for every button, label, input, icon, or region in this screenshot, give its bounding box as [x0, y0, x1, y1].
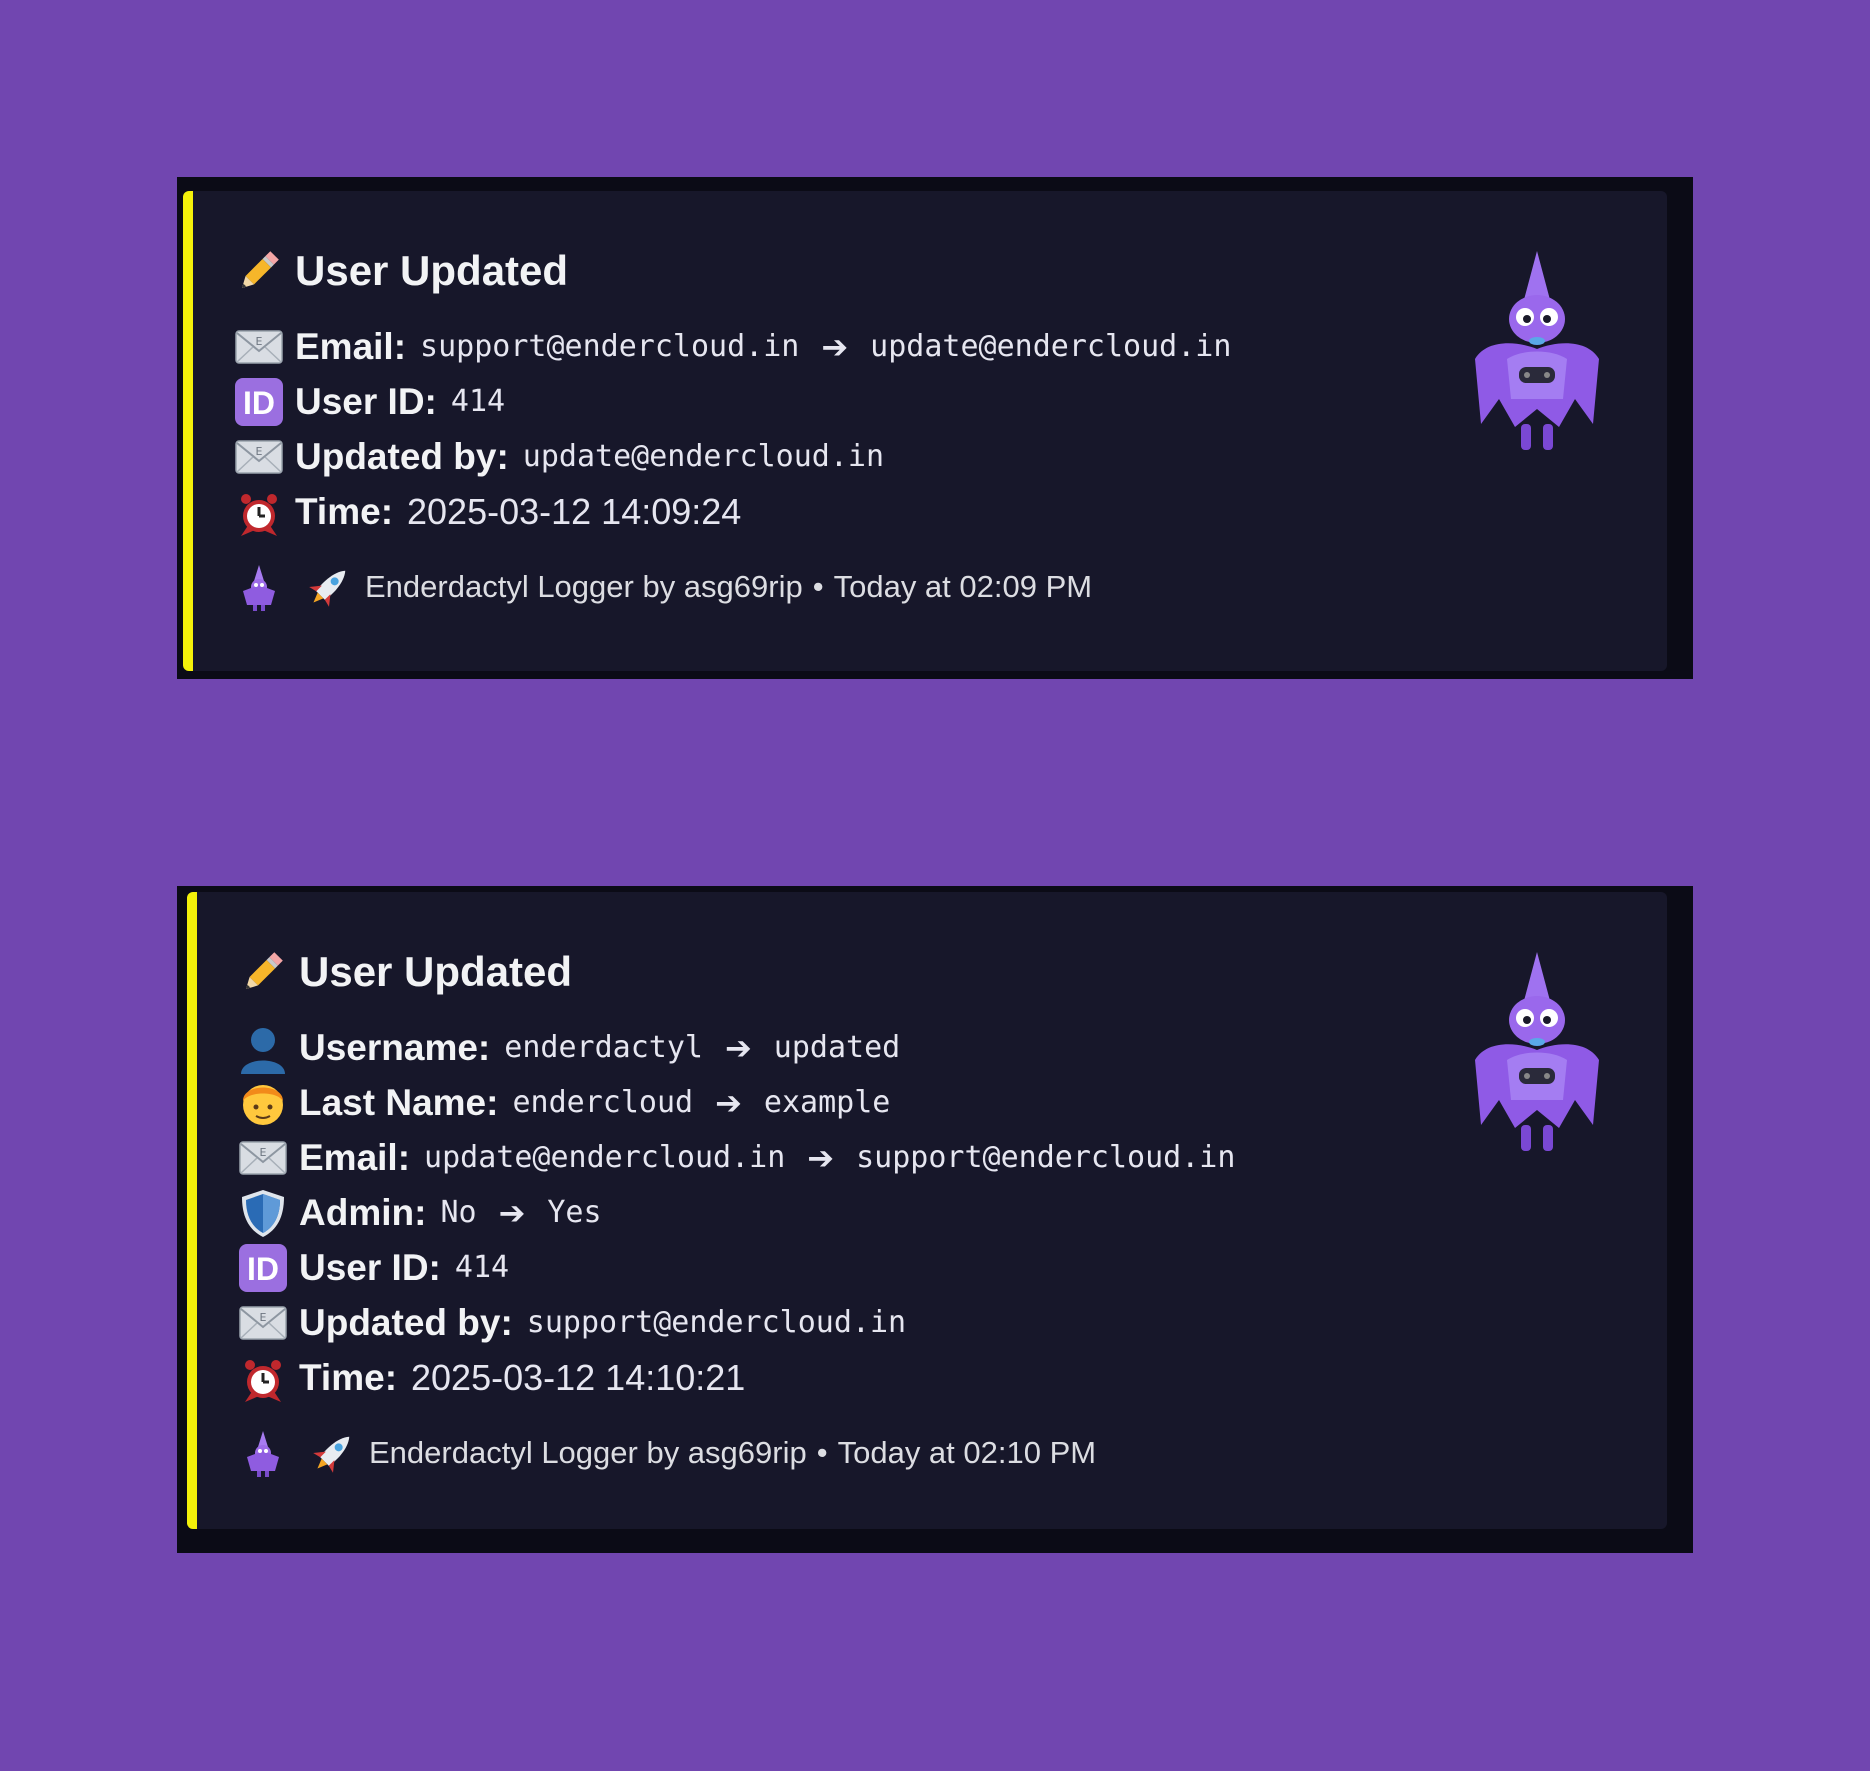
field-updated-by: Updated by: update@endercloud.in	[233, 429, 1231, 484]
embed-title: User Updated	[295, 247, 569, 294]
field-label: User ID:	[295, 380, 437, 422]
field-new-value: support@endercloud.in	[856, 1140, 1236, 1175]
footer-timestamp: Today at 02:10 PM	[837, 1435, 1097, 1470]
embed-card: User Updated Email: support@endercloud.i…	[183, 191, 1667, 671]
field-last-name: Last Name: endercloud ➔ example	[237, 1075, 1235, 1130]
embed-footer: Enderdactyl Logger by asg69rip • Today at …	[233, 557, 1231, 617]
field-value: update@endercloud.in	[522, 439, 885, 474]
field-updated-by: Updated by: support@endercloud.in	[237, 1295, 1235, 1350]
embed-accent-bar	[187, 892, 197, 1529]
id-icon	[237, 1242, 289, 1294]
field-label: Email:	[299, 1136, 411, 1178]
pencil-icon	[233, 245, 285, 297]
footer-separator: •	[812, 569, 824, 604]
footer-author: Enderdactyl Logger by asg69rip	[365, 569, 803, 604]
field-label: Last Name:	[299, 1081, 499, 1123]
field-value: 2025-03-12 14:10:21	[411, 1356, 746, 1398]
arrow-right-icon: ➔	[807, 1138, 835, 1177]
envelope-icon	[233, 431, 285, 483]
rocket-icon	[303, 561, 355, 613]
person-face-icon	[237, 1077, 289, 1129]
pterodactyl-mascot-icon	[1467, 249, 1607, 459]
pterodactyl-mascot-icon	[1467, 950, 1607, 1160]
field-label: Time:	[295, 490, 394, 532]
footer-mascot-icon	[237, 1427, 289, 1479]
footer-separator: •	[816, 1435, 828, 1470]
alarm-clock-icon	[237, 1352, 289, 1404]
field-new-value: updated	[773, 1030, 901, 1065]
field-new-value: example	[763, 1085, 891, 1120]
log-panel: User Updated Email: support@endercloud.i…	[177, 177, 1693, 679]
embed-title-row: User Updated	[233, 241, 1231, 301]
field-old-value: endercloud	[512, 1085, 694, 1120]
field-value: 414	[454, 1250, 510, 1285]
log-panel: User Updated Username: enderdactyl ➔ upd…	[177, 886, 1693, 1553]
field-value: 2025-03-12 14:09:24	[407, 490, 742, 532]
footer-text: Enderdactyl Logger by asg69rip • Today at …	[365, 569, 1092, 605]
field-label: User ID:	[299, 1246, 441, 1288]
field-old-value: No	[440, 1195, 477, 1230]
field-old-value: support@endercloud.in	[420, 329, 800, 364]
embed-title: User Updated	[299, 948, 573, 995]
field-old-value: enderdactyl	[504, 1030, 703, 1065]
id-icon	[233, 376, 285, 428]
arrow-right-icon: ➔	[821, 327, 849, 366]
field-label: Email:	[295, 325, 407, 367]
embed-card: User Updated Username: enderdactyl ➔ upd…	[187, 892, 1667, 1529]
field-email: Email: update@endercloud.in ➔ support@en…	[237, 1130, 1235, 1185]
field-label: Username:	[299, 1026, 491, 1068]
field-user-id: User ID: 414	[237, 1240, 1235, 1295]
field-new-value: Yes	[547, 1195, 602, 1230]
field-admin: Admin: No ➔ Yes	[237, 1185, 1235, 1240]
field-time: Time: 2025-03-12 14:09:24	[233, 484, 1231, 539]
alarm-clock-icon	[233, 486, 285, 538]
field-time: Time: 2025-03-12 14:10:21	[237, 1350, 1235, 1405]
arrow-right-icon: ➔	[498, 1193, 526, 1232]
footer-timestamp: Today at 02:09 PM	[833, 569, 1093, 604]
arrow-right-icon: ➔	[724, 1028, 752, 1067]
embed-accent-bar	[183, 191, 193, 671]
footer-text: Enderdactyl Logger by asg69rip • Today at …	[369, 1435, 1096, 1471]
embed-footer: Enderdactyl Logger by asg69rip • Today at …	[237, 1423, 1235, 1483]
field-label: Updated by:	[295, 435, 509, 477]
embed-title-row: User Updated	[237, 942, 1235, 1002]
user-silhouette-icon	[237, 1022, 289, 1074]
field-label: Admin:	[299, 1191, 427, 1233]
field-email: Email: support@endercloud.in ➔ update@en…	[233, 319, 1231, 374]
field-user-id: User ID: 414	[233, 374, 1231, 429]
field-username: Username: enderdactyl ➔ updated	[237, 1020, 1235, 1075]
shield-icon	[237, 1187, 289, 1239]
field-old-value: update@endercloud.in	[424, 1140, 786, 1175]
field-label: Time:	[299, 1356, 398, 1398]
arrow-right-icon: ➔	[715, 1083, 742, 1122]
field-value: 414	[450, 384, 506, 419]
envelope-icon	[237, 1297, 289, 1349]
envelope-icon	[233, 321, 285, 373]
field-label: Updated by:	[299, 1301, 513, 1343]
footer-mascot-icon	[233, 561, 285, 613]
footer-author: Enderdactyl Logger by asg69rip	[369, 1435, 807, 1470]
envelope-icon	[237, 1132, 289, 1184]
pencil-icon	[237, 946, 289, 998]
field-new-value: update@endercloud.in	[870, 329, 1232, 364]
rocket-icon	[307, 1427, 359, 1479]
field-value: support@endercloud.in	[526, 1305, 907, 1340]
